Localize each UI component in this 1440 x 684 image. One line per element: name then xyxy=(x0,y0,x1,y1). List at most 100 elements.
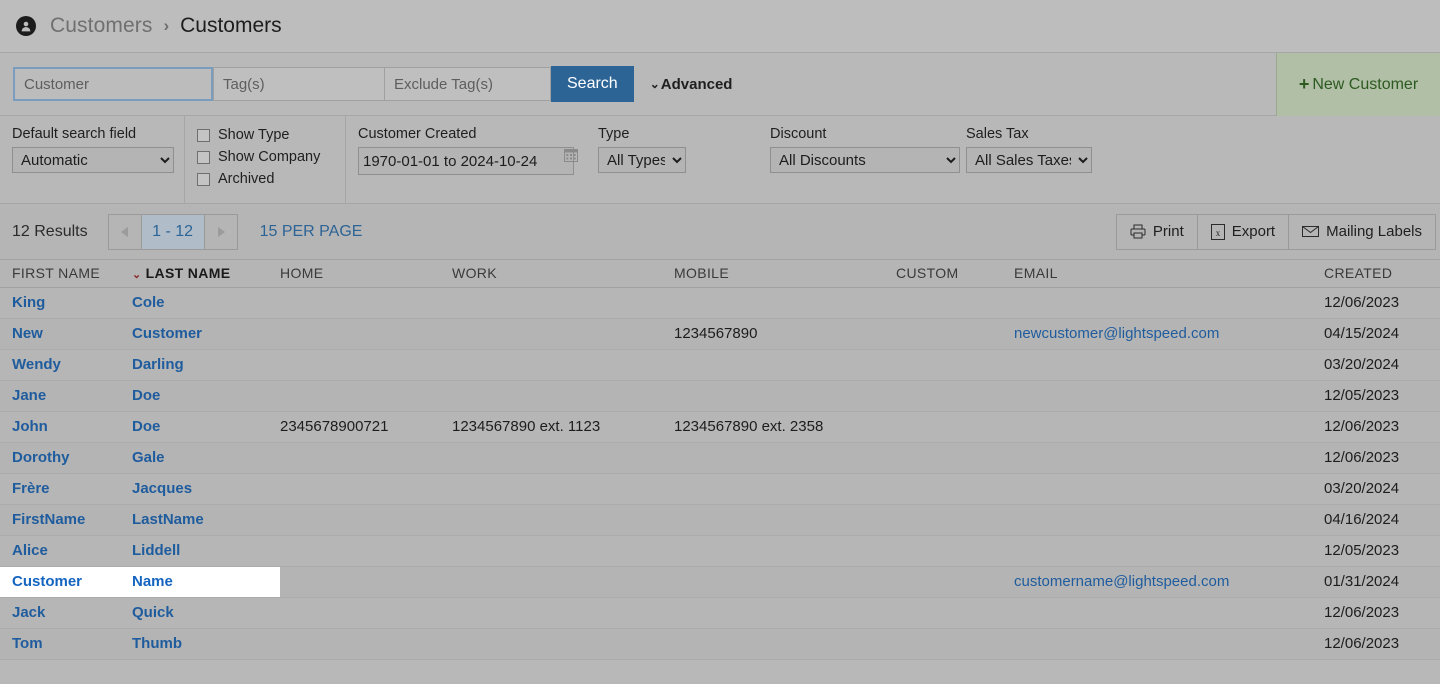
table-row[interactable]: JohnDoe23456789007211234567890 ext. 1123… xyxy=(0,411,1440,442)
discount-filter-select[interactable]: All Discounts xyxy=(770,147,960,173)
cell-email[interactable] xyxy=(1014,411,1324,442)
per-page-selector[interactable]: 15 PER PAGE xyxy=(260,223,363,241)
customer-last-link[interactable]: Customer xyxy=(132,325,202,342)
column-header-mobile[interactable]: MOBILE xyxy=(674,260,896,287)
cell-first[interactable]: King xyxy=(0,287,132,318)
cell-email[interactable] xyxy=(1014,442,1324,473)
customer-first-link[interactable]: Jane xyxy=(12,387,46,404)
column-header-work[interactable]: WORK xyxy=(452,260,674,287)
exclude-tags-input[interactable] xyxy=(385,67,551,101)
customer-last-link[interactable]: Jacques xyxy=(132,480,192,497)
cell-email[interactable] xyxy=(1014,380,1324,411)
customer-first-link[interactable]: King xyxy=(12,294,45,311)
show-type-checkbox[interactable] xyxy=(197,129,210,142)
customer-last-link[interactable]: Doe xyxy=(132,387,160,404)
customer-last-link[interactable]: Cole xyxy=(132,294,165,311)
cell-last[interactable]: Quick xyxy=(132,597,280,628)
show-company-checkbox[interactable] xyxy=(197,151,210,164)
prev-page-button[interactable] xyxy=(109,215,142,249)
cell-first[interactable]: FirstName xyxy=(0,504,132,535)
cell-first[interactable]: Dorothy xyxy=(0,442,132,473)
cell-first[interactable]: John xyxy=(0,411,132,442)
column-header-email[interactable]: EMAIL xyxy=(1014,260,1324,287)
cell-last[interactable]: Liddell xyxy=(132,535,280,566)
show-type-checkbox-row[interactable]: Show Type xyxy=(197,127,331,143)
customer-email-link[interactable]: newcustomer@lightspeed.com xyxy=(1014,325,1219,342)
column-header-home[interactable]: HOME xyxy=(280,260,452,287)
table-row[interactable]: NewCustomer1234567890newcustomer@lightsp… xyxy=(0,318,1440,349)
customer-last-link[interactable]: Liddell xyxy=(132,542,180,559)
customer-first-link[interactable]: Jack xyxy=(12,604,45,621)
search-input[interactable] xyxy=(13,67,213,101)
archived-checkbox[interactable] xyxy=(197,173,210,186)
breadcrumb-parent-link[interactable]: Customers xyxy=(50,14,152,38)
customer-last-link[interactable]: Gale xyxy=(132,449,165,466)
search-button[interactable]: Search xyxy=(551,66,634,102)
cell-first[interactable]: Frère xyxy=(0,473,132,504)
column-header-created[interactable]: CREATED xyxy=(1324,260,1440,287)
customer-first-link[interactable]: New xyxy=(12,325,43,342)
page-range[interactable]: 1 - 12 xyxy=(142,215,204,249)
cell-first[interactable]: Jane xyxy=(0,380,132,411)
customer-first-link[interactable]: Dorothy xyxy=(12,449,70,466)
cell-first[interactable]: Alice xyxy=(0,535,132,566)
new-customer-button[interactable]: + New Customer xyxy=(1276,53,1440,116)
customer-last-link[interactable]: LastName xyxy=(132,511,204,528)
customer-first-link[interactable]: FirstName xyxy=(12,511,85,528)
cell-last[interactable]: Doe xyxy=(132,411,280,442)
table-row[interactable]: AliceLiddell12/05/2023 xyxy=(0,535,1440,566)
cell-email[interactable] xyxy=(1014,349,1324,380)
cell-email[interactable] xyxy=(1014,597,1324,628)
cell-last[interactable]: LastName xyxy=(132,504,280,535)
customer-first-link[interactable]: John xyxy=(12,418,48,435)
customer-first-link[interactable]: Tom xyxy=(12,635,43,652)
column-header-last-name[interactable]: ⌄LAST NAME xyxy=(132,260,280,287)
next-page-button[interactable] xyxy=(204,215,237,249)
advanced-toggle[interactable]: ⌄ Advanced xyxy=(650,76,733,93)
type-filter-select[interactable]: All Types xyxy=(598,147,686,173)
cell-first[interactable]: New xyxy=(0,318,132,349)
print-button[interactable]: Print xyxy=(1117,215,1197,249)
cell-last[interactable]: Darling xyxy=(132,349,280,380)
customer-first-link[interactable]: Alice xyxy=(12,542,48,559)
mailing-labels-button[interactable]: Mailing Labels xyxy=(1288,215,1435,249)
customer-last-link[interactable]: Darling xyxy=(132,356,184,373)
cell-last[interactable]: Gale xyxy=(132,442,280,473)
cell-first[interactable]: Wendy xyxy=(0,349,132,380)
customer-first-link[interactable]: Wendy xyxy=(12,356,61,373)
table-row[interactable]: FrèreJacques03/20/2024 xyxy=(0,473,1440,504)
customer-first-link[interactable]: Frère xyxy=(12,480,50,497)
customer-last-link[interactable]: Thumb xyxy=(132,635,182,652)
cell-email[interactable] xyxy=(1014,628,1324,659)
sales-tax-filter-select[interactable]: All Sales Taxes xyxy=(966,147,1092,173)
customer-last-link[interactable]: Quick xyxy=(132,604,174,621)
cell-first[interactable]: Tom xyxy=(0,628,132,659)
cell-email[interactable] xyxy=(1014,535,1324,566)
customer-email-link[interactable]: customername@lightspeed.com xyxy=(1014,573,1229,590)
cell-email[interactable] xyxy=(1014,287,1324,318)
default-search-field-select[interactable]: Automatic xyxy=(12,147,174,173)
table-row[interactable]: JackQuick12/06/2023 xyxy=(0,597,1440,628)
export-button[interactable]: x Export xyxy=(1197,215,1288,249)
cell-first[interactable]: Customer xyxy=(0,566,132,597)
customer-created-date-input[interactable]: 1970-01-01 to 2024-10-24 xyxy=(358,147,574,175)
customer-last-link[interactable]: Name xyxy=(132,573,173,590)
cell-last[interactable]: Thumb xyxy=(132,628,280,659)
cell-last[interactable]: Name xyxy=(132,566,280,597)
cell-email[interactable] xyxy=(1014,473,1324,504)
table-row[interactable]: TomThumb12/06/2023 xyxy=(0,628,1440,659)
cell-first[interactable]: Jack xyxy=(0,597,132,628)
table-row[interactable]: KingCole12/06/2023 xyxy=(0,287,1440,318)
table-row[interactable]: WendyDarling03/20/2024 xyxy=(0,349,1440,380)
table-row[interactable]: JaneDoe12/05/2023 xyxy=(0,380,1440,411)
customer-last-link[interactable]: Doe xyxy=(132,418,160,435)
customer-first-link[interactable]: Customer xyxy=(12,573,82,590)
archived-checkbox-row[interactable]: Archived xyxy=(197,171,331,187)
cell-email[interactable]: newcustomer@lightspeed.com xyxy=(1014,318,1324,349)
show-company-checkbox-row[interactable]: Show Company xyxy=(197,149,331,165)
table-row[interactable]: FirstNameLastName04/16/2024 xyxy=(0,504,1440,535)
cell-email[interactable] xyxy=(1014,504,1324,535)
table-row[interactable]: CustomerNamecustomername@lightspeed.com0… xyxy=(0,566,1440,597)
table-row[interactable]: DorothyGale12/06/2023 xyxy=(0,442,1440,473)
cell-email[interactable]: customername@lightspeed.com xyxy=(1014,566,1324,597)
